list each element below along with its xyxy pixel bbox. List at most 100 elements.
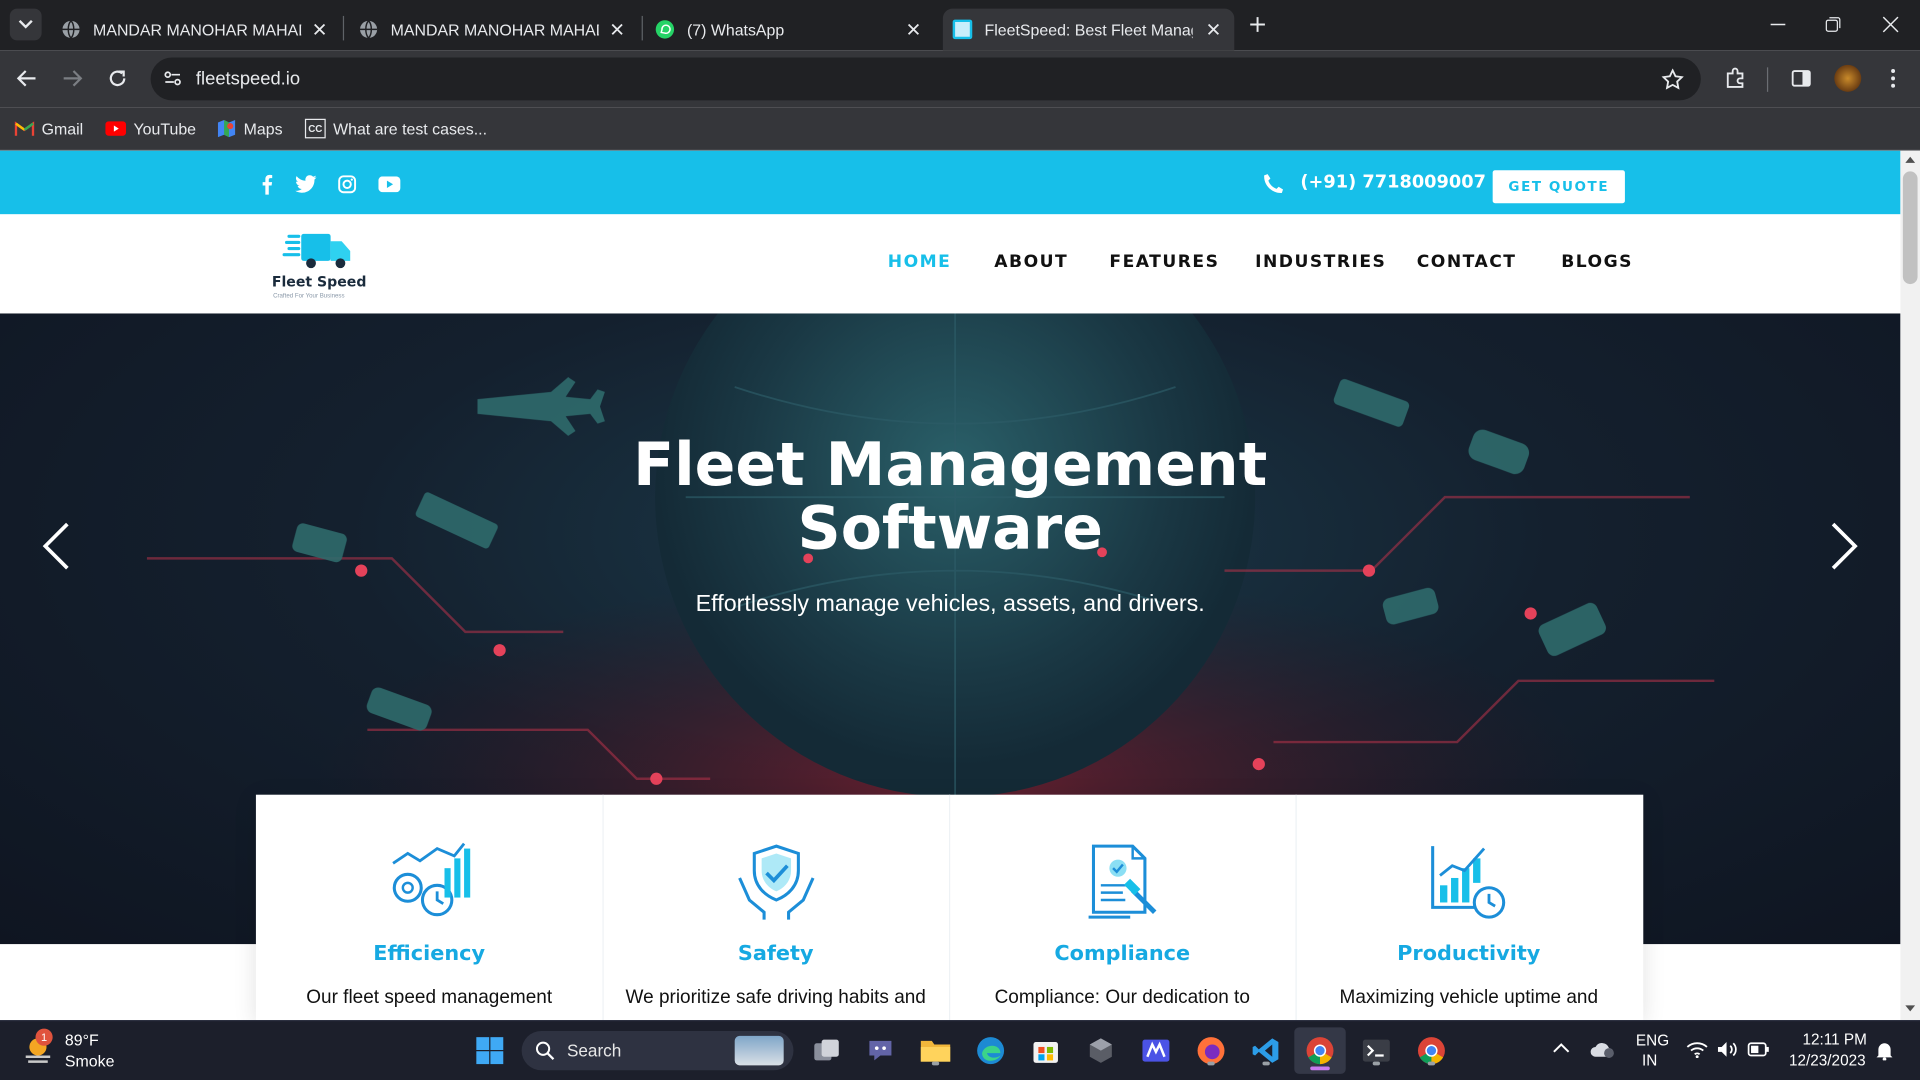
close-icon[interactable]	[1202, 18, 1224, 40]
instagram-icon[interactable]	[338, 175, 357, 194]
teams-chat-button[interactable]	[862, 1032, 899, 1069]
edge-button[interactable]	[972, 1032, 1009, 1069]
clock-date[interactable]: 12/23/2023	[1789, 1052, 1866, 1069]
bookmark-label: What are test cases...	[333, 119, 488, 138]
tab-title: MANDAR MANOHAR MAHADIK	[390, 20, 599, 39]
reload-button[interactable]	[107, 67, 129, 89]
tab-title: (7) WhatsApp	[686, 20, 785, 39]
nav-about[interactable]: ABOUT	[994, 252, 1068, 272]
site-info-icon[interactable]	[163, 69, 183, 89]
store-button[interactable]	[1027, 1032, 1064, 1069]
feature-card-efficiency[interactable]: Efficiency Our fleet speed management	[256, 795, 603, 1020]
close-icon[interactable]	[309, 18, 331, 40]
chrome-profile-button[interactable]	[1413, 1032, 1450, 1069]
back-button[interactable]	[16, 69, 38, 89]
feature-card-compliance[interactable]: Compliance Compliance: Our dedication to	[949, 795, 1296, 1020]
notifications-button[interactable]	[1876, 1041, 1893, 1061]
youtube-social-icon[interactable]	[378, 176, 401, 193]
address-bar[interactable]: fleetspeed.io	[150, 57, 1701, 101]
close-window-button[interactable]	[1881, 15, 1901, 35]
phone-icon	[1262, 173, 1284, 195]
file-explorer-button[interactable]	[917, 1032, 954, 1069]
nav-industries[interactable]: INDUSTRIES	[1255, 252, 1386, 272]
chrome-active-button[interactable]	[1294, 1027, 1346, 1074]
feature-card-productivity[interactable]: Productivity Maximizing vehicle uptime a…	[1296, 795, 1643, 1020]
terminal-button[interactable]	[1358, 1032, 1395, 1069]
tab-2[interactable]: MANDAR MANOHAR MAHADIK	[349, 9, 638, 51]
nav-home[interactable]: HOME	[888, 252, 952, 272]
firefox-button[interactable]	[1193, 1032, 1230, 1069]
arrow-right-icon	[63, 70, 83, 87]
efficiency-icon	[392, 842, 471, 917]
safety-icon	[738, 844, 815, 920]
language-line2[interactable]: IN	[1642, 1052, 1657, 1069]
feature-cards: Efficiency Our fleet speed management Sa…	[255, 794, 1644, 1021]
browser-toolbar: fleetspeed.io	[0, 50, 1920, 108]
youtube-icon	[105, 121, 127, 136]
phone-number[interactable]: (+91) 7718009007	[1300, 173, 1486, 193]
facebook-icon[interactable]	[261, 174, 273, 195]
task-view-button[interactable]	[808, 1032, 845, 1069]
forward-button[interactable]	[61, 69, 83, 89]
feature-card-safety[interactable]: Safety We prioritize safe driving habits…	[602, 795, 949, 1020]
scroll-down-arrow[interactable]	[1905, 1005, 1916, 1012]
reload-icon	[109, 70, 126, 87]
bookmark-youtube[interactable]: YouTube	[105, 116, 196, 140]
bookmarks-bar: Gmail YouTube Maps CC What are test case…	[0, 107, 1920, 151]
volume-icon[interactable]	[1717, 1041, 1739, 1058]
tab-4-active[interactable]: FleetSpeed: Best Fleet Management	[942, 8, 1235, 51]
clock-time[interactable]: 12:11 PM	[1802, 1031, 1866, 1048]
nav-blogs[interactable]: BLOGS	[1561, 252, 1633, 272]
app-m-button[interactable]	[1138, 1032, 1175, 1069]
start-button[interactable]	[471, 1032, 508, 1069]
taskbar-search[interactable]: Search	[521, 1031, 794, 1071]
site-header: Fleet Speed Crafted For Your Business HO…	[0, 214, 1901, 314]
restore-button[interactable]	[1823, 15, 1843, 35]
side-panel-button[interactable]	[1790, 67, 1812, 89]
web-page: (+91) 7718009007 GET QUOTE Fleet Speed C…	[0, 150, 1901, 1021]
new-tab-button[interactable]	[1247, 13, 1269, 35]
profile-avatar[interactable]	[1834, 64, 1862, 92]
running-indicator	[931, 1061, 940, 1066]
globe-icon	[360, 20, 378, 39]
scrollbar-thumb[interactable]	[1902, 171, 1918, 285]
bookmark-maps[interactable]: Maps	[217, 116, 283, 140]
slider-next-button[interactable]	[1829, 522, 1858, 571]
bookmark-label: YouTube	[133, 119, 197, 138]
plus-icon	[1250, 17, 1265, 32]
scroll-up-arrow[interactable]	[1905, 156, 1916, 163]
chevron-down-icon	[18, 19, 33, 29]
show-hidden-icons-button[interactable]	[1553, 1042, 1570, 1054]
nav-contact[interactable]: CONTACT	[1417, 252, 1517, 272]
close-icon[interactable]	[606, 18, 628, 40]
nav-features[interactable]: FEATURES	[1109, 252, 1219, 272]
twitter-icon[interactable]	[295, 175, 317, 193]
page-scrollbar[interactable]	[1900, 150, 1920, 1021]
bookmark-test-cases[interactable]: CC What are test cases...	[304, 116, 488, 140]
tab-search-button[interactable]	[9, 8, 42, 41]
unity-button[interactable]	[1082, 1032, 1119, 1069]
windows-taskbar: 1 89°F Smoke Search ENG IN 12:11 PM 12/2…	[0, 1020, 1920, 1080]
close-icon[interactable]	[902, 18, 924, 40]
language-line1[interactable]: ENG	[1636, 1032, 1669, 1049]
bookmark-star-button[interactable]	[1661, 68, 1684, 91]
wifi-icon[interactable]	[1686, 1041, 1708, 1058]
bookmark-gmail[interactable]: Gmail	[14, 116, 83, 140]
top-contact-strip: (+91) 7718009007 GET QUOTE	[0, 150, 1901, 215]
weather-widget[interactable]: 1	[22, 1028, 54, 1065]
tab-1[interactable]: MANDAR MANOHAR MAHADIK	[51, 9, 340, 51]
menu-button[interactable]	[1883, 67, 1903, 89]
url-text[interactable]: fleetspeed.io	[196, 69, 300, 90]
battery-icon[interactable]	[1747, 1042, 1769, 1057]
feature-card-title: Efficiency	[373, 941, 486, 967]
store-icon	[1033, 1042, 1058, 1063]
minimize-button[interactable]	[1768, 15, 1788, 35]
slider-prev-button[interactable]	[42, 522, 71, 571]
onedrive-button[interactable]	[1589, 1040, 1616, 1060]
search-placeholder: Search	[566, 1040, 622, 1061]
vscode-button[interactable]	[1248, 1032, 1285, 1069]
extensions-button[interactable]	[1724, 67, 1746, 89]
site-logo[interactable]: Fleet Speed Crafted For Your Business	[272, 229, 368, 305]
tab-3[interactable]: (7) WhatsApp	[645, 9, 934, 51]
get-quote-button[interactable]: GET QUOTE	[1492, 170, 1625, 204]
